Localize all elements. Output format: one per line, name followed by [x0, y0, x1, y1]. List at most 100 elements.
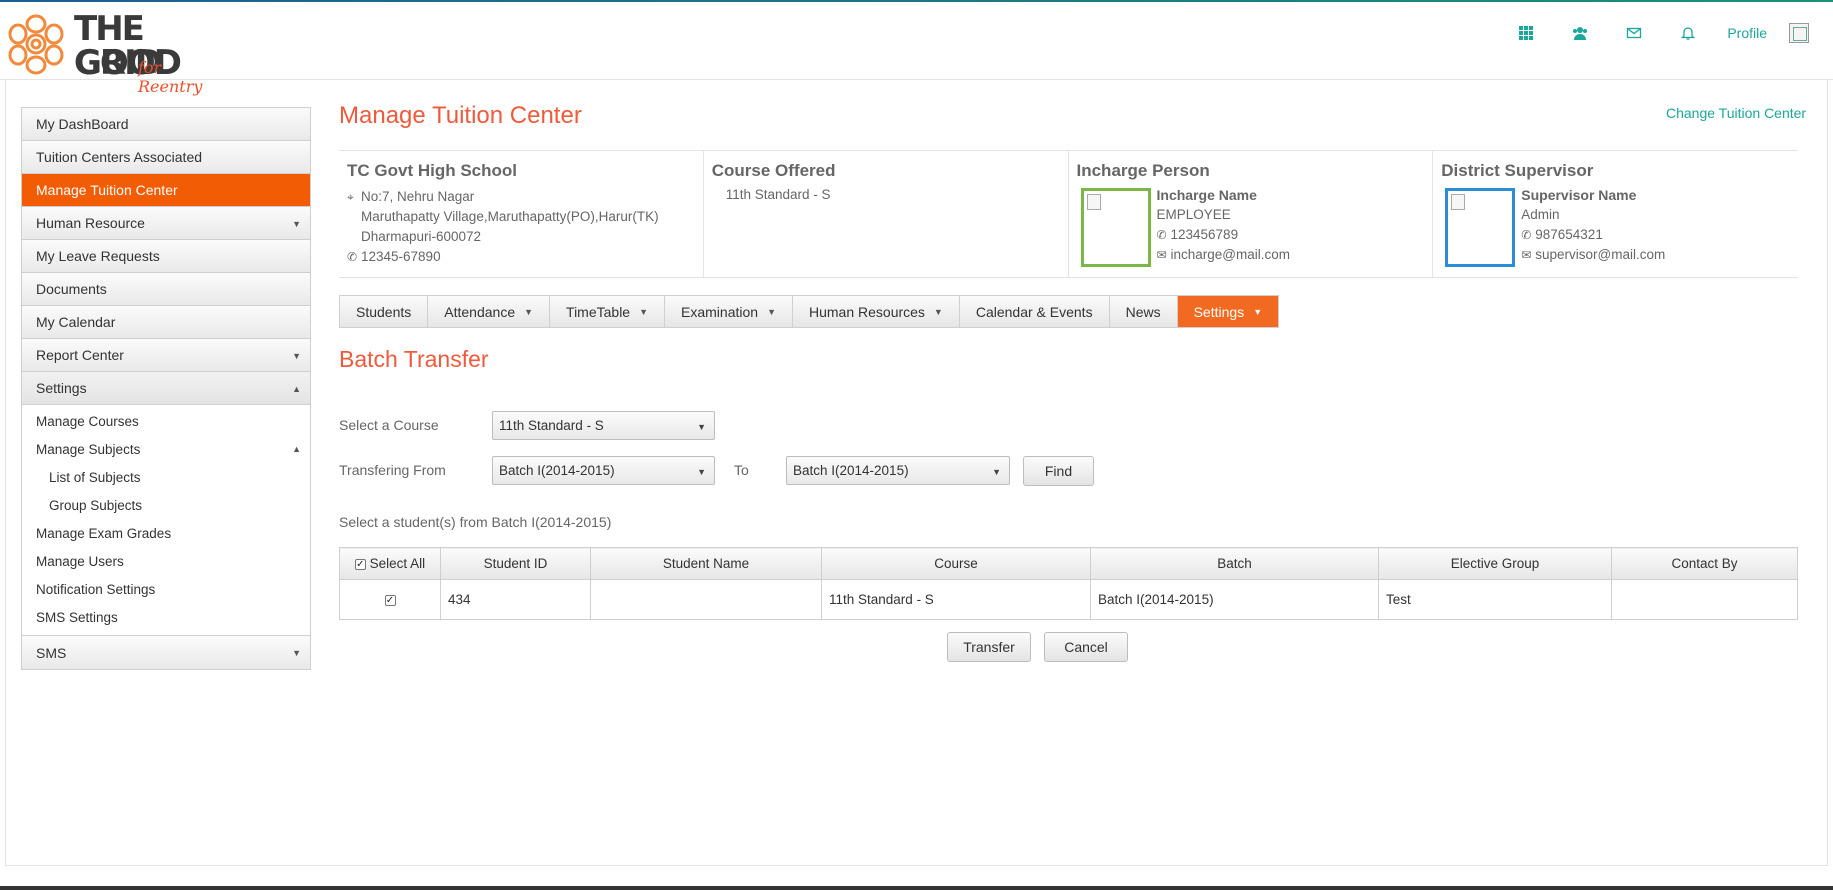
sidebar-item-dashboard[interactable]: My DashBoard: [22, 108, 310, 141]
supervisor-title: District Supervisor: [1441, 161, 1594, 180]
incharge-email: ✉ incharge@mail.com: [1157, 245, 1291, 265]
envelope-icon: ✉: [1521, 248, 1532, 262]
submenu-manage-subjects[interactable]: Manage Subjects ▲: [22, 435, 310, 463]
tab-attendance[interactable]: Attendance ▼: [428, 296, 551, 327]
tab-label: TimeTable: [566, 303, 631, 320]
caret-down-icon: ▼: [1253, 306, 1263, 317]
header-label: Select All: [369, 556, 426, 571]
tab-examination[interactable]: Examination ▼: [665, 296, 793, 327]
caret-down-icon: ▼: [767, 306, 776, 317]
email-text: incharge@mail.com: [1170, 247, 1291, 262]
tab-settings[interactable]: Settings ▼: [1177, 296, 1280, 327]
course-select-label: Select a Course: [339, 417, 439, 433]
cell-student-id: 434: [440, 579, 591, 620]
change-tuition-center-link[interactable]: Change Tuition Center: [1666, 105, 1806, 121]
sidebar-item-sms[interactable]: SMS ▼: [22, 636, 310, 669]
submenu-manage-users[interactable]: Manage Users: [22, 547, 310, 575]
submenu-manage-courses[interactable]: Manage Courses: [22, 407, 310, 435]
address-line-1: ⌖ No:7, Nehru Nagar: [347, 187, 695, 207]
app-header: THE GOOD GRID for Reentry Profile: [0, 2, 1833, 96]
to-batch-label: To: [734, 462, 749, 478]
table-row: ✓ 434 11th Standard - S Batch I(2014-201…: [339, 579, 1798, 620]
apps-grid-icon[interactable]: [1499, 2, 1553, 64]
cancel-button[interactable]: Cancel: [1044, 632, 1128, 662]
to-batch-value: Batch I(2014-2015): [793, 463, 909, 478]
cell-elective-group: Test: [1378, 579, 1612, 620]
envelope-icon: ✉: [1156, 248, 1167, 262]
address-line-2: Maruthapatty Village,Maruthapatty(PO),Ha…: [361, 209, 659, 224]
submenu-sms-settings[interactable]: SMS Settings: [22, 603, 310, 631]
from-batch-label: Transfering From: [339, 462, 446, 478]
center-phone: ✆ 12345-67890: [347, 247, 695, 267]
incharge-phone: ✆ 123456789: [1157, 225, 1291, 245]
submenu-list-of-subjects[interactable]: List of Subjects: [22, 463, 310, 491]
sidebar-item-documents[interactable]: Documents: [22, 273, 310, 306]
tab-timetable[interactable]: TimeTable ▼: [550, 296, 666, 327]
map-marker-icon: ⌖: [347, 190, 354, 204]
page-title: Manage Tuition Center: [339, 102, 582, 129]
bell-icon[interactable]: [1661, 2, 1715, 64]
caret-down-icon: ▼: [292, 351, 301, 361]
sidebar-item-leave-requests[interactable]: My Leave Requests: [22, 240, 310, 273]
mail-icon[interactable]: [1607, 2, 1661, 64]
transfer-button[interactable]: Transfer: [947, 632, 1031, 662]
caret-down-icon: ▼: [524, 306, 534, 317]
caret-down-icon: ▼: [292, 219, 301, 229]
header-elective-group: Elective Group: [1378, 547, 1612, 580]
caret-up-icon: ▲: [292, 384, 301, 394]
sidebar-item-manage-tuition-center[interactable]: Manage Tuition Center: [22, 174, 310, 207]
profile-link[interactable]: Profile: [1715, 25, 1789, 41]
from-batch-select[interactable]: Batch I(2014-2015) ▼: [492, 456, 715, 485]
tab-students[interactable]: Students: [340, 296, 429, 327]
course-offered: Course Offered 11th Standard - S: [704, 151, 1069, 277]
tab-calendar-events[interactable]: Calendar & Events: [959, 296, 1110, 327]
users-icon[interactable]: [1553, 2, 1607, 64]
course-select[interactable]: 11th Standard - S ▼: [492, 411, 715, 440]
tab-label: Attendance: [444, 303, 516, 320]
center-name: TC Govt High School: [347, 161, 517, 180]
row-checkbox[interactable]: ✓: [384, 594, 396, 606]
sidebar-item-settings[interactable]: Settings ▲: [22, 372, 310, 405]
supervisor-photo: [1445, 188, 1516, 267]
incharge-details: Incharge Name EMPLOYEE ✆ 123456789 ✉ incha…: [1157, 185, 1291, 265]
incharge-role: EMPLOYEE: [1156, 207, 1231, 222]
logo[interactable]: THE GOOD GRID for Reentry: [4, 8, 224, 96]
logo-flower-icon: [8, 14, 64, 75]
supervisor-email: ✉ supervisor@mail.com: [1521, 245, 1665, 265]
cell-batch: Batch I(2014-2015): [1090, 579, 1379, 620]
incharge-person: Incharge Person Incharge Name EMPLOYEE ✆…: [1069, 151, 1434, 277]
sidebar: My DashBoard Tuition Centers Associated …: [21, 107, 311, 670]
center-details: TC Govt High School ⌖ No:7, Nehru Nagar M…: [339, 151, 704, 277]
supervisor-details: Supervisor Name Admin ✆ 987654321 ✉ superv…: [1521, 185, 1665, 265]
submenu-group-subjects[interactable]: Group Subjects: [22, 491, 310, 519]
table-header-row: ✓ Select All Student ID Student Name Cou…: [339, 547, 1798, 580]
caret-down-icon: ▼: [639, 306, 649, 317]
submenu-notification-settings[interactable]: Notification Settings: [22, 575, 310, 603]
incharge-title: Incharge Person: [1076, 161, 1210, 180]
sidebar-item-calendar[interactable]: My Calendar: [22, 306, 310, 339]
chevron-down-icon: ▼: [697, 422, 706, 432]
to-batch-select[interactable]: Batch I(2014-2015) ▼: [786, 456, 1010, 485]
sidebar-item-tuition-centers[interactable]: Tuition Centers Associated: [22, 141, 310, 174]
avatar[interactable]: [1789, 23, 1809, 43]
tab-news[interactable]: News: [1109, 296, 1178, 327]
tab-human-resources[interactable]: Human Resources ▼: [792, 296, 960, 327]
supervisor-role: Admin: [1521, 207, 1560, 222]
sidebar-item-report-center[interactable]: Report Center ▼: [22, 339, 310, 372]
select-all-checkbox[interactable]: ✓: [354, 558, 366, 570]
select-all-header[interactable]: ✓ Select All: [339, 547, 441, 580]
address-text: No:7, Nehru Nagar: [361, 189, 475, 204]
sidebar-item-human-resource[interactable]: Human Resource ▼: [22, 207, 310, 240]
chevron-down-icon: ▼: [697, 467, 706, 477]
submenu-label: Manage Subjects: [36, 441, 141, 457]
caret-down-icon: ▼: [292, 648, 301, 658]
find-button[interactable]: Find: [1023, 456, 1094, 486]
chevron-down-icon: ▼: [992, 467, 1001, 477]
submenu-manage-exam-grades[interactable]: Manage Exam Grades: [22, 519, 310, 547]
supervisor-phone: ✆ 987654321: [1521, 225, 1665, 245]
cell-course: 11th Standard - S: [821, 579, 1091, 620]
broken-image-icon: [1451, 194, 1466, 210]
incharge-name: Incharge Name: [1156, 187, 1257, 203]
students-table: ✓ Select All Student ID Student Name Cou…: [339, 547, 1798, 620]
cell-contact-by: [1611, 579, 1798, 620]
